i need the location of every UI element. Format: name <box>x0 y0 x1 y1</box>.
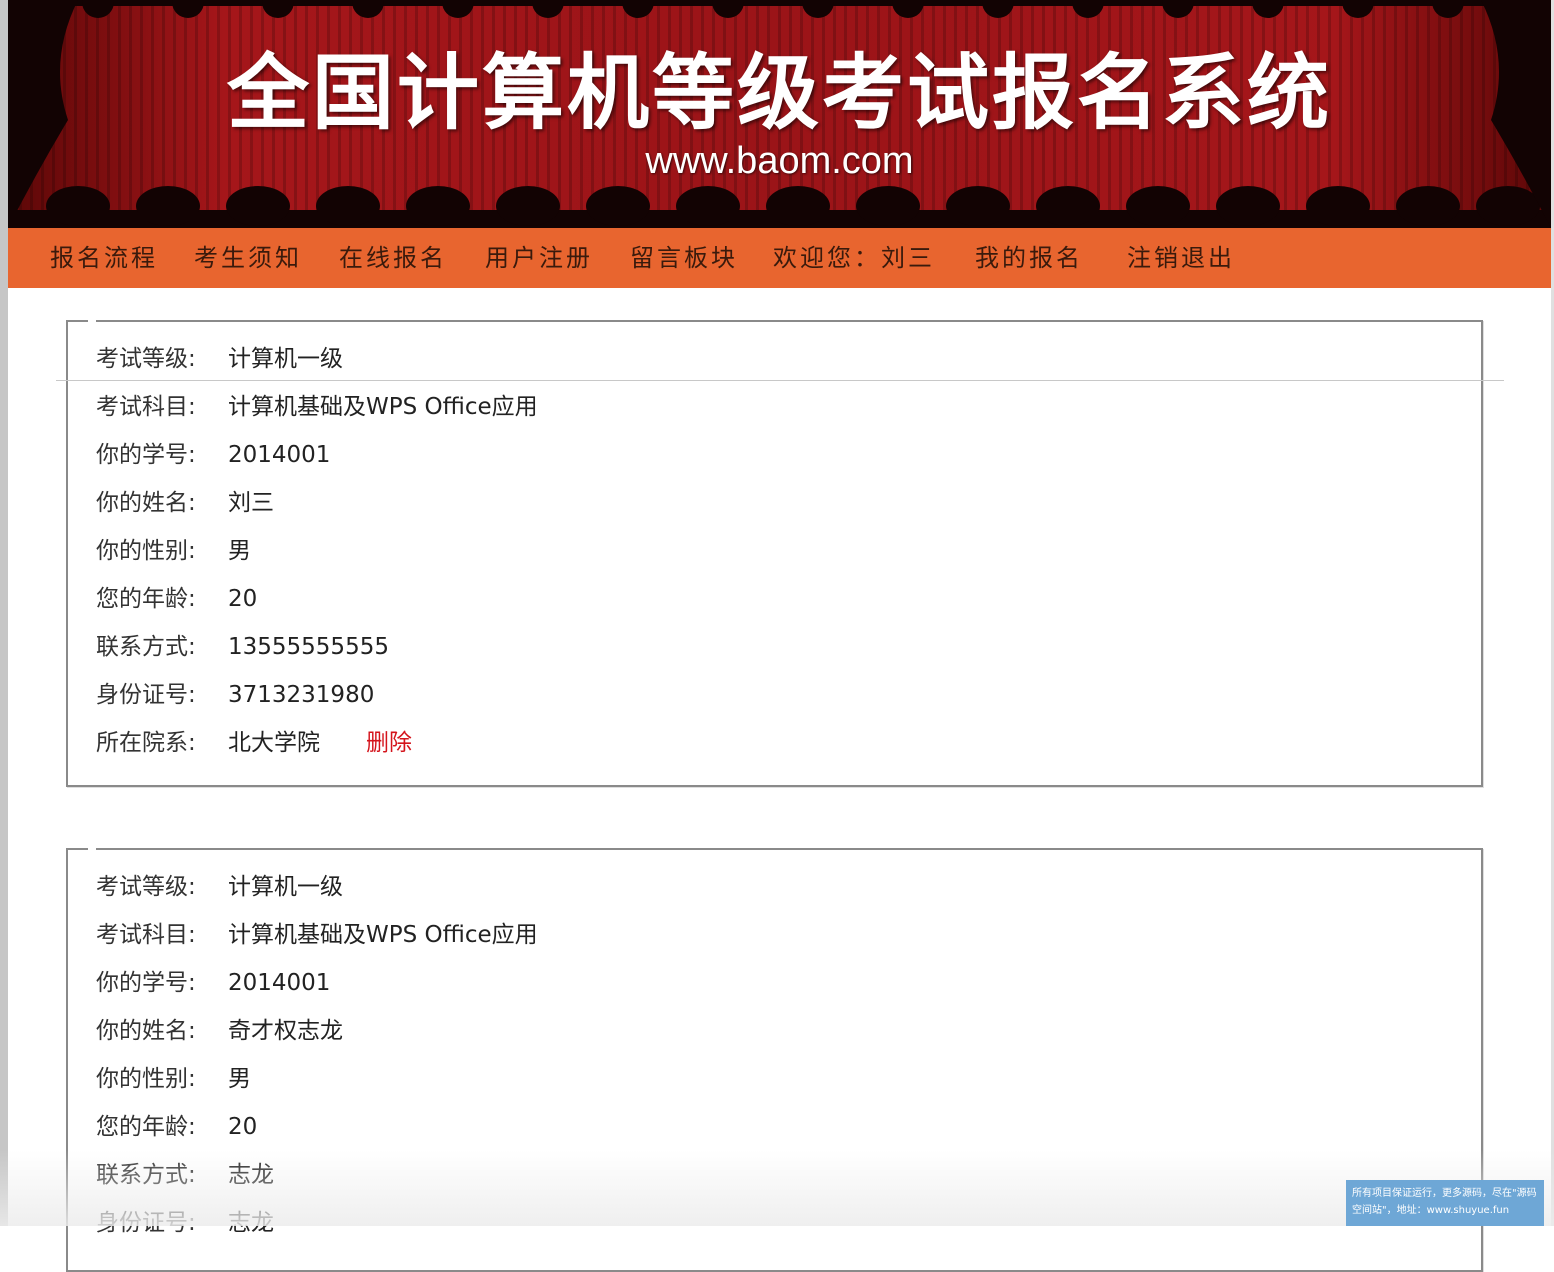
main-nav: 报名流程 考生须知 在线报名 用户注册 留言板块 欢迎您：刘三 我的报名 注销退… <box>8 228 1551 288</box>
field-label: 考试等级: <box>96 874 196 900</box>
nav-item-message-board[interactable]: 留言板块 <box>630 228 738 288</box>
field-value-name: 刘三 <box>228 490 274 516</box>
nav-item-logout[interactable]: 注销退出 <box>1127 228 1235 288</box>
site-url: www.baom.com <box>645 140 914 182</box>
field-label: 您的年龄: <box>96 1114 196 1140</box>
field-label: 考试等级: <box>96 346 196 372</box>
field-label: 联系方式: <box>96 634 196 660</box>
delete-registration-link[interactable]: 删除 <box>366 719 412 767</box>
field-label: 您的年龄: <box>96 586 196 612</box>
site-title: 全国计算机等级考试报名系统 <box>226 46 1332 141</box>
registration-card: 考试等级: 计算机一级 考试科目: 计算机基础及WPS Office应用 你的学… <box>66 847 1483 1272</box>
field-value-subject: 计算机基础及WPS Office应用 <box>228 394 538 420</box>
field-value-id-card: 志龙 <box>228 1210 274 1236</box>
field-value-gender: 男 <box>228 538 251 564</box>
field-value-name: 奇才权志龙 <box>228 1018 343 1044</box>
field-value-subject: 计算机基础及WPS Office应用 <box>228 922 538 948</box>
nav-item-process[interactable]: 报名流程 <box>50 228 158 288</box>
header-banner: 全国计算机等级考试报名系统 www.baom.com <box>8 0 1551 228</box>
field-label: 联系方式: <box>96 1162 196 1188</box>
card-notch <box>88 319 96 324</box>
field-value-id-card: 3713231980 <box>228 682 375 708</box>
left-page-edge <box>0 0 8 1226</box>
field-label: 你的性别: <box>96 538 196 564</box>
field-label: 你的姓名: <box>96 1018 196 1044</box>
field-value-age: 20 <box>228 586 258 612</box>
nav-item-online-register[interactable]: 在线报名 <box>339 228 447 288</box>
field-label: 你的学号: <box>96 442 196 468</box>
field-value-age: 20 <box>228 1114 258 1140</box>
field-value-department: 北大学院 <box>228 730 320 756</box>
field-value-student-id: 2014001 <box>228 442 331 468</box>
field-value-contact: 志龙 <box>228 1162 274 1188</box>
field-label: 所在院系: <box>96 730 196 756</box>
field-label: 你的学号: <box>96 970 196 996</box>
field-value-student-id: 2014001 <box>228 970 331 996</box>
nav-item-user-signup[interactable]: 用户注册 <box>485 228 593 288</box>
field-label: 身份证号: <box>96 682 196 708</box>
field-label: 身份证号: <box>96 1210 196 1236</box>
nav-item-notice[interactable]: 考生须知 <box>194 228 302 288</box>
field-value-level: 计算机一级 <box>228 346 343 372</box>
field-label: 你的性别: <box>96 1066 196 1092</box>
nav-item-my-registrations[interactable]: 我的报名 <box>975 228 1083 288</box>
field-value-gender: 男 <box>228 1066 251 1092</box>
field-value-level: 计算机一级 <box>228 874 343 900</box>
nav-item-welcome: 欢迎您：刘三 <box>773 244 935 272</box>
field-label: 考试科目: <box>96 922 196 948</box>
registration-card: 考试等级: 计算机一级 考试科目: 计算机基础及WPS Office应用 你的学… <box>66 319 1483 787</box>
field-label: 你的姓名: <box>96 490 196 516</box>
field-label: 考试科目: <box>96 394 196 420</box>
card-notch <box>88 847 96 852</box>
horizontal-rule <box>56 380 1504 381</box>
watermark-notice: 所有项目保证运行，更多源码，尽在"源码空间站"，地址：www.shuyue.fu… <box>1346 1180 1544 1226</box>
field-value-contact: 13555555555 <box>228 634 389 660</box>
